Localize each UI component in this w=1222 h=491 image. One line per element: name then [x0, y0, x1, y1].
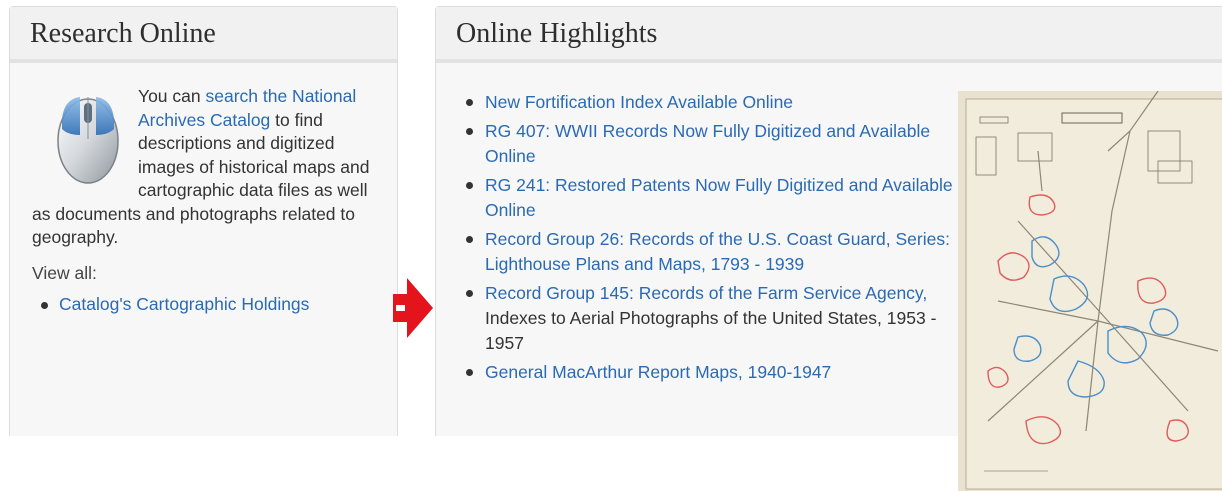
- highlight-link-record-group-145[interactable]: Record Group 145: Records of the Farm Se…: [485, 283, 927, 303]
- view-all-label: View all:: [32, 262, 97, 283]
- highlight-link-rg-241[interactable]: RG 241: Restored Patents Now Fully Digit…: [485, 175, 953, 220]
- online-highlights-body: New Fortification Index Available Online…: [436, 63, 1222, 491]
- highlight-link-rg-407[interactable]: RG 407: WWII Records Now Fully Digitized…: [485, 121, 930, 166]
- list-item: Catalog's Cartographic Holdings: [32, 293, 397, 317]
- historical-map-image[interactable]: [958, 91, 1222, 491]
- highlight-link-macarthur-maps[interactable]: General MacArthur Report Maps, 1940-1947: [485, 362, 831, 382]
- highlights-list: New Fortification Index Available Online…: [465, 90, 960, 389]
- list-item: RG 407: WWII Records Now Fully Digitized…: [465, 119, 960, 169]
- view-all-list: Catalog's Cartographic Holdings: [32, 293, 397, 317]
- research-online-panel: Research Online You can search the Natio…: [9, 6, 398, 436]
- highlight-link-fortification-index[interactable]: New Fortification Index Available Online: [485, 92, 793, 112]
- list-item: Record Group 26: Records of the U.S. Coa…: [465, 227, 960, 277]
- computer-mouse-icon: [57, 97, 119, 184]
- highlight-link-record-group-26[interactable]: Record Group 26: Records of the U.S. Coa…: [485, 229, 950, 274]
- online-highlights-panel: Online Highlights New Fortification Inde…: [435, 6, 1222, 491]
- list-item: RG 241: Restored Patents Now Fully Digit…: [465, 173, 960, 223]
- list-item: General MacArthur Report Maps, 1940-1947: [465, 360, 960, 385]
- list-item: Record Group 145: Records of the Farm Se…: [465, 281, 960, 356]
- research-online-title: Research Online: [10, 7, 397, 63]
- catalog-cartographic-holdings-link[interactable]: Catalog's Cartographic Holdings: [59, 294, 309, 314]
- intro-text-prefix: You can: [138, 86, 206, 106]
- list-item: New Fortification Index Available Online: [465, 90, 960, 115]
- highlight-text-record-group-145: Indexes to Aerial Photographs of the Uni…: [485, 308, 937, 353]
- right-arrow-icon: [393, 278, 433, 338]
- online-highlights-title: Online Highlights: [436, 7, 1222, 63]
- research-online-body: You can search the National Archives Cat…: [10, 63, 397, 317]
